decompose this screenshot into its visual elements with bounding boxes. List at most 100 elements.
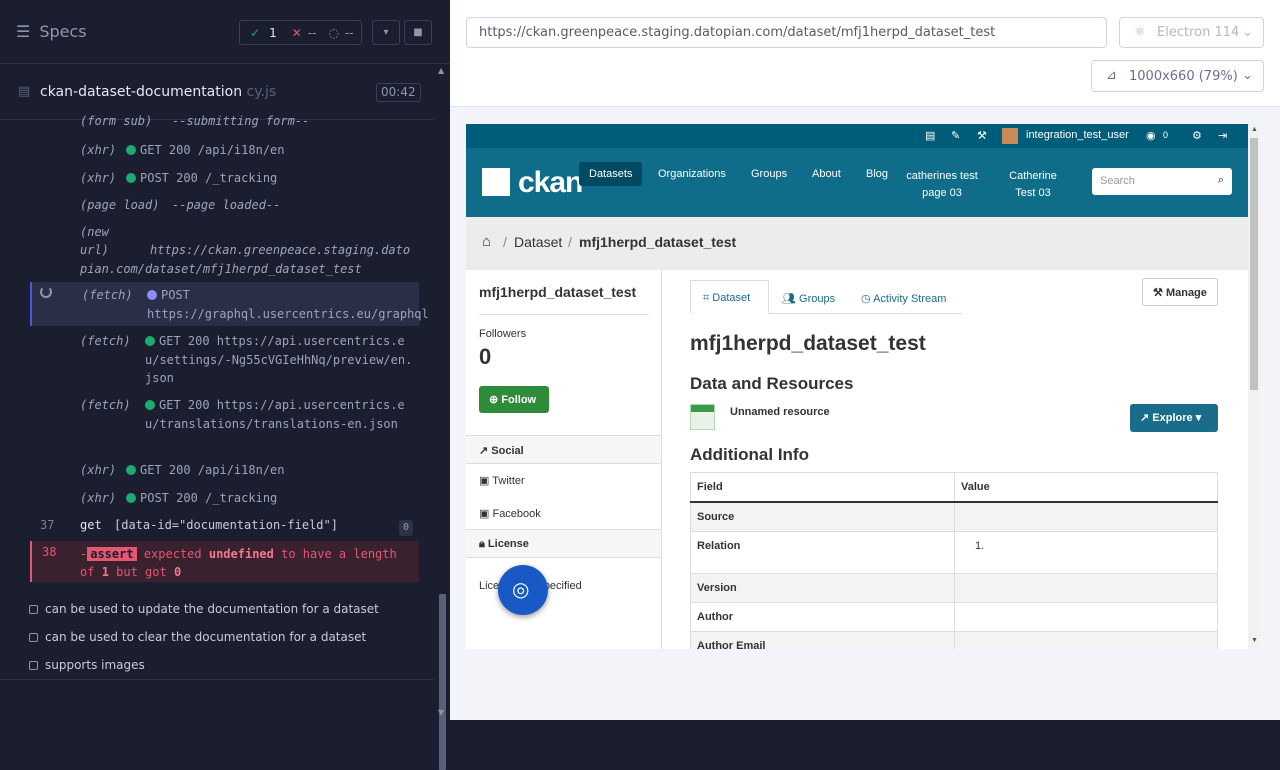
specs-title: Specs (39, 22, 87, 41)
dashboard-icon[interactable]: ◉ (1146, 129, 1156, 142)
scroll-down-icon: ▼ (1251, 637, 1258, 644)
app-preview-panel: https://ckan.greenpeace.staging.datopian… (450, 0, 1280, 720)
stop-button[interactable]: ■ (404, 20, 432, 45)
scroll-up-icon: ▲ (438, 66, 445, 75)
username[interactable]: integration_test_user (1026, 129, 1129, 141)
nav-organizations[interactable]: Organizations (658, 168, 726, 180)
log-row[interactable]: (xhr) POST 200 /_tracking (30, 489, 419, 513)
csv-file-icon (690, 404, 715, 430)
lock-icon: 🔒︎ (479, 538, 485, 550)
doc-icon[interactable]: ▤ (925, 129, 935, 142)
pending-dot-icon (147, 290, 157, 300)
log-row[interactable]: (fetch) GET 200 https://api.usercentrics… (30, 396, 419, 452)
table-row: Relation 1. (690, 531, 1218, 574)
test-item[interactable]: can be used to update the documentation … (29, 602, 379, 616)
check-icon: ✓ (250, 25, 261, 40)
test-status-icon (29, 604, 38, 614)
log-row[interactable]: (page load) --page loaded-- (30, 196, 419, 220)
breadcrumb-current[interactable]: mfj1herpd_dataset_test (579, 234, 736, 250)
tab-groups[interactable]: 👥︎ Groups (782, 292, 835, 305)
electron-icon: ⚛ (1134, 25, 1146, 40)
nav-about[interactable]: About (812, 168, 841, 180)
logout-icon[interactable]: ⇥ (1218, 129, 1227, 142)
column-header: Field (690, 472, 955, 503)
sitemap-icon: ⌗ (703, 292, 710, 304)
log-row[interactable]: (form sub) --submitting form-- (30, 114, 419, 134)
test-item[interactable]: can be used to clear the documentation f… (29, 630, 366, 644)
twitter-link[interactable]: ▣ Twitter (479, 474, 525, 487)
test-status-icon (29, 632, 38, 642)
viewport-size[interactable]: ⊿ 1000x660 (79%) ⌄ (1091, 60, 1264, 92)
avatar (1002, 128, 1018, 144)
search-input[interactable]: Search ⌕ (1092, 168, 1232, 195)
browser-selector[interactable]: ⚛ Electron 114 ⌄ (1119, 17, 1264, 48)
share-icon: ↗ (479, 445, 489, 457)
log-row[interactable]: (xhr) GET 200 /api/i18n/en (30, 461, 419, 485)
nav-blog[interactable]: Blog (866, 168, 888, 180)
command-row-get[interactable]: 37 get [data-id="documentation-field"] 0 (30, 516, 419, 540)
gear-icon[interactable]: ⚙ (1192, 129, 1202, 142)
specs-toggle[interactable]: ☰ Specs (16, 22, 87, 41)
success-dot-icon (145, 400, 155, 410)
pending-icon: ◌ (328, 25, 339, 40)
ckan-logo[interactable]: ckan (482, 166, 583, 200)
followers-label: Followers (479, 328, 527, 340)
explore-button[interactable]: ↗ Explore ▾ (1130, 404, 1218, 432)
scrollbar-thumb[interactable] (1250, 138, 1258, 390)
facebook-link[interactable]: ▣ Facebook (479, 507, 541, 520)
log-row[interactable]: (xhr) POST 200 /_tracking (30, 169, 419, 193)
wrench-icon[interactable]: ⚒ (977, 129, 987, 142)
resource-name[interactable]: Unnamed resource (730, 406, 830, 418)
caret-down-icon: ▾ (1195, 412, 1202, 424)
fingerprint-consent-button[interactable]: ◎ (498, 565, 548, 615)
chevron-down-button[interactable]: ▾ (372, 20, 400, 45)
table-row: Source (690, 501, 1218, 532)
sidebar-title: mfj1herpd_dataset_test (479, 284, 637, 300)
nav-catherines-test[interactable]: catherines test page 03 (902, 168, 982, 202)
chevron-down-icon: ⌄ (1242, 25, 1253, 40)
additional-info-table: Field Value Source Relation 1. Version Aut… (690, 472, 1218, 649)
url-bar[interactable]: https://ckan.greenpeace.staging.datopian… (466, 17, 1107, 48)
cypress-runner-panel: ☰ Specs ✓ 1 ✕ -- ◌ -- ▾ ■ ▤ ckan-dataset… (0, 0, 450, 770)
log-row[interactable]: (xhr) GET 200 /api/i18n/en (30, 141, 419, 165)
social-header: ↗ Social (466, 435, 661, 464)
log-row-active[interactable]: (fetch) POST https://graphql.usercentric… (30, 282, 429, 326)
wrench-icon: ⚒ (1153, 287, 1163, 299)
chevron-down-icon: ⌄ (1242, 68, 1253, 83)
scrollbar-thumb[interactable] (439, 594, 446, 770)
manage-button[interactable]: ⚒ Manage (1142, 278, 1218, 306)
nav-datasets[interactable]: Datasets (579, 162, 643, 186)
scroll-up-icon: ▲ (1251, 126, 1258, 133)
dataset-sidebar: mfj1herpd_dataset_test Followers 0 ⊕ Fol… (466, 270, 662, 649)
search-icon[interactable]: ⌕ (1218, 174, 1224, 187)
test-item[interactable]: supports images (29, 658, 145, 672)
pencil-icon[interactable]: ✎ (951, 129, 960, 142)
scroll-down-icon: ▼ (438, 708, 445, 717)
stop-icon: ■ (413, 27, 423, 38)
log-row[interactable]: (new url) https://ckan.greenpeace.stagin… (30, 223, 419, 279)
aut-scrollbar[interactable]: ▲ ▼ (1248, 124, 1260, 649)
test-stats: ✓ 1 ✕ -- ◌ -- (239, 20, 362, 45)
breadcrumb-dataset[interactable]: Dataset (514, 234, 562, 250)
follow-button[interactable]: ⊕ Follow (479, 386, 549, 413)
command-log-scrollbar[interactable]: ▲ ▼ (435, 64, 450, 770)
assert-badge: assert (87, 547, 137, 561)
nav-groups[interactable]: Groups (751, 168, 787, 180)
element-count-badge: 0 (398, 520, 413, 536)
masthead: ckan Datasets Organizations Groups About… (466, 148, 1248, 217)
nav-catherine-test[interactable]: Catherine Test 03 (998, 168, 1068, 202)
command-row-assert-failed[interactable]: 38 - assert expected undefined to have a … (30, 541, 419, 582)
envelope-icon (482, 168, 510, 196)
table-row: Version (690, 573, 1218, 603)
chevron-down-icon: ▾ (383, 27, 389, 38)
log-row[interactable]: (fetch) GET 200 https://api.usercentrics… (30, 332, 419, 388)
home-icon[interactable]: ⌂ (482, 233, 491, 250)
tab-activity-stream[interactable]: ◷ Activity Stream (861, 292, 946, 305)
tab-dataset[interactable]: ⌗ Dataset (703, 292, 750, 305)
success-dot-icon (126, 493, 136, 503)
table-row: Author Email (690, 631, 1218, 649)
success-dot-icon (126, 173, 136, 183)
ruler-icon: ⊿ (1106, 68, 1117, 83)
dataset-title: mfj1herpd_dataset_test (690, 332, 926, 355)
additional-info-heading: Additional Info (690, 445, 809, 464)
